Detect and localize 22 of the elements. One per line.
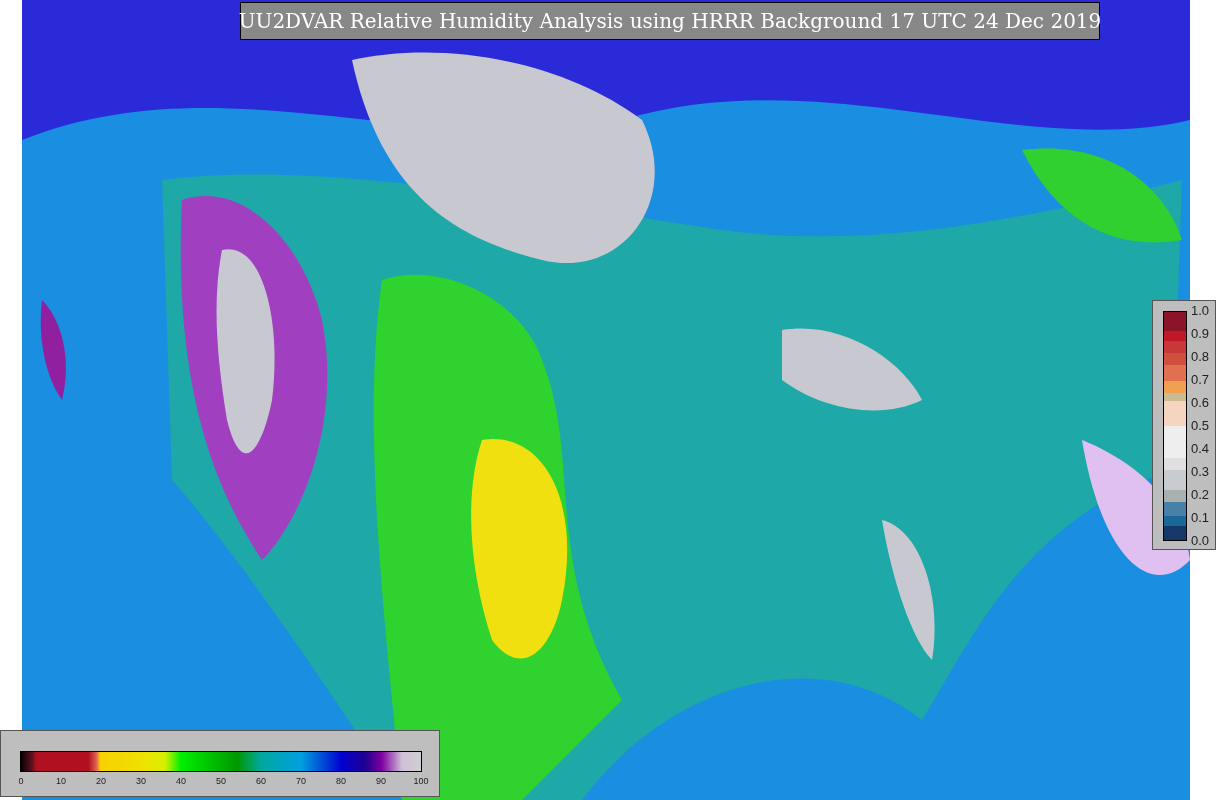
tick-label: 80 xyxy=(336,775,346,787)
tick-label: 50 xyxy=(216,775,226,787)
tick-label: 30 xyxy=(136,775,146,787)
tick-label: 10 xyxy=(56,775,66,787)
tick-label: 20 xyxy=(96,775,106,787)
tick-label: 0.9 xyxy=(1191,327,1210,341)
tick-label: 0.7 xyxy=(1191,373,1210,387)
tick-label: 0.2 xyxy=(1191,488,1210,502)
tick-label: 0.3 xyxy=(1191,465,1210,479)
tick-label: 0.1 xyxy=(1191,511,1210,525)
tick-label: 100 xyxy=(413,775,429,787)
tick-label: 0.0 xyxy=(1191,534,1210,548)
tick-label: 0.4 xyxy=(1191,442,1210,456)
tick-label: 60 xyxy=(256,775,266,787)
tick-label: 0.6 xyxy=(1191,396,1210,410)
tick-label: 0.8 xyxy=(1191,350,1210,364)
tick-label: 90 xyxy=(376,775,386,787)
tick-label: 0 xyxy=(18,775,24,787)
tick-label: 70 xyxy=(296,775,306,787)
tick-label: 40 xyxy=(176,775,186,787)
tick-label: 0.5 xyxy=(1191,419,1210,433)
tick-label: 1.0 xyxy=(1191,304,1210,318)
